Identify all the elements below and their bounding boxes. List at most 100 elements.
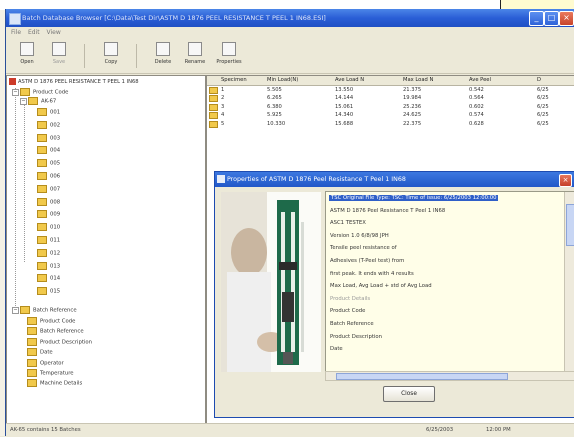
tree-item-reference[interactable]: Batch Reference	[27, 327, 84, 336]
column-header[interactable]: Ave Peel	[469, 77, 491, 83]
maximize-button[interactable]: □	[544, 11, 559, 26]
save-button[interactable]: Save	[46, 42, 72, 72]
table-cell: 5	[221, 120, 225, 127]
properties-scrollbar[interactable]	[564, 192, 574, 372]
tree-item-batch[interactable]: 008	[37, 197, 61, 206]
tree-item-batch[interactable]: 015	[37, 287, 60, 296]
column-header[interactable]: Ave Load N	[335, 77, 364, 83]
property-item[interactable]: ASC1 TESTEX	[330, 220, 366, 226]
table-row[interactable]: 1 5.505 13.550 21.375 0.542 6/25	[207, 87, 574, 95]
dialog-title-bar[interactable]: Properties of ASTM D 1876 Peel Resistanc…	[215, 172, 574, 187]
menu-view[interactable]: View	[47, 29, 61, 36]
folder-icon	[37, 133, 47, 142]
folder-icon	[37, 120, 47, 129]
table-row[interactable]: 2 6.265 14.144 19.984 0.564 6/25	[207, 95, 574, 103]
scroll-thumb[interactable]	[566, 204, 574, 246]
table-cell: 22.375	[403, 120, 422, 127]
tree-item-batch[interactable]: 004	[37, 146, 60, 155]
property-item[interactable]: Product Code	[330, 308, 365, 314]
delete-button[interactable]: Delete	[150, 42, 176, 72]
tree-item-batch[interactable]: 005	[37, 159, 61, 168]
tree-item-reference[interactable]: Machine Details	[27, 379, 82, 388]
tree-root[interactable]: ASTM D 1876 PEEL RESISTANCE T PEEL 1 IN6…	[9, 78, 139, 85]
table-cell: 14.340	[335, 112, 354, 119]
dialog-close-icon[interactable]: ×	[559, 174, 572, 187]
tree-item-reference[interactable]: Temperature	[27, 369, 74, 377]
tree-item-batch[interactable]: 013	[37, 261, 60, 270]
title-bar[interactable]: Batch Database Browser [C:\Data\Test Dir…	[6, 9, 574, 27]
table-cell: 0.602	[469, 103, 484, 110]
tree-item-label: 005	[50, 160, 61, 167]
tree-item-batch[interactable]: 012	[37, 248, 61, 257]
tree-item-batch[interactable]: 007	[37, 184, 60, 193]
close-window-button[interactable]: ×	[559, 11, 574, 26]
toolbar-separator	[84, 44, 85, 68]
tree-item-batch[interactable]: 003	[37, 133, 60, 142]
property-item[interactable]: Product Description	[330, 334, 382, 340]
property-item[interactable]: Tensile peel resistance of	[330, 245, 397, 251]
menu-file[interactable]: File	[11, 29, 21, 36]
hscroll-thumb[interactable]	[336, 373, 508, 380]
property-item[interactable]: Batch Reference	[330, 321, 374, 327]
row-folder-icon	[209, 120, 218, 128]
column-header[interactable]: Max Load N	[403, 77, 433, 83]
folder-icon	[20, 306, 30, 314]
column-header[interactable]: Specimen	[221, 77, 247, 83]
tree-root-label: ASTM D 1876 PEEL RESISTANCE T PEEL 1 IN6…	[18, 79, 139, 85]
tree-item-label: 008	[50, 199, 61, 206]
tree-node-product-code[interactable]: − Product Code	[12, 88, 68, 96]
table-cell: 6/25	[537, 95, 549, 102]
batch-tree[interactable]: ASTM D 1876 PEEL RESISTANCE T PEEL 1 IN6…	[6, 75, 206, 425]
properties-hscrollbar[interactable]	[325, 371, 574, 381]
folder-icon	[27, 317, 37, 325]
table-row[interactable]: 5 10.330 15.688 22.375 0.628 6/25	[207, 120, 574, 129]
property-item[interactable]: Max Load, Avg Load + std of Avg Load	[330, 283, 432, 289]
tree-node-batch-folder[interactable]: − AK-67	[20, 97, 56, 105]
property-item[interactable]: ASTM D 1876 Peel Resistance T Peel 1 IN6…	[330, 208, 445, 214]
properties-button[interactable]: Properties	[216, 42, 242, 72]
property-item[interactable]: Date	[330, 346, 343, 352]
table-cell: 2	[221, 95, 225, 102]
property-item[interactable]: Product Details	[330, 296, 370, 302]
minimize-button[interactable]: _	[529, 11, 544, 26]
tree-node-label: Product Code	[33, 89, 69, 96]
properties-list[interactable]: TSC Original File Type: TSC: Time of iss…	[325, 191, 574, 373]
property-item[interactable]: TSC Original File Type: TSC: Time of iss…	[329, 195, 499, 201]
table-cell: 4	[221, 112, 225, 119]
tree-item-batch[interactable]: 011	[37, 236, 60, 244]
tree-item-batch[interactable]: 014	[37, 274, 60, 283]
table-cell: 0.628	[469, 120, 484, 127]
open-button[interactable]: Open	[14, 42, 40, 72]
column-header[interactable]: Min Load(N)	[267, 77, 298, 83]
close-button[interactable]: Close	[383, 386, 435, 402]
tree-item-reference[interactable]: Date	[27, 348, 53, 357]
property-item[interactable]: Version 1.0 6/8/98 JPH	[330, 233, 389, 239]
column-header[interactable]: D	[537, 77, 541, 83]
tree-item-batch[interactable]: 006	[37, 172, 60, 180]
folder-icon	[37, 159, 47, 168]
tree-item-batch[interactable]: 001	[37, 108, 60, 116]
open-label: Open	[20, 59, 34, 65]
tree-item-reference[interactable]: Operator	[27, 358, 64, 367]
folder-icon	[37, 210, 47, 219]
window-title: Batch Database Browser [C:\Data\Test Dir…	[22, 14, 326, 22]
menu-edit[interactable]: Edit	[28, 29, 40, 36]
table-cell: 6/25	[537, 112, 549, 119]
table-cell: 6/25	[537, 103, 549, 110]
tree-item-batch[interactable]: 009	[37, 210, 60, 219]
tree-item-batch[interactable]: 010	[37, 223, 60, 232]
tree-item-reference[interactable]: Product Description	[27, 337, 92, 346]
tree-item-label: 012	[50, 250, 61, 257]
copy-button[interactable]: Copy	[98, 42, 124, 72]
tree-item-label: 002	[50, 122, 61, 129]
table-row[interactable]: 3 6.380 15.061 25.236 0.602 6/25	[207, 103, 574, 112]
tree-item-batch[interactable]: 002	[37, 120, 61, 129]
table-row[interactable]: 4 5.925 14.340 24.625 0.574 6/25	[207, 112, 574, 120]
rename-button[interactable]: Rename	[182, 42, 208, 72]
app-icon	[9, 13, 21, 25]
tree-item-reference[interactable]: Product Code	[27, 317, 75, 325]
tree-item-label: 011	[50, 237, 61, 244]
tree-node-batch-reference[interactable]: − Batch Reference	[12, 306, 77, 314]
property-item[interactable]: Adhesives (T-Peel test) from	[330, 258, 404, 264]
property-item[interactable]: first peak. It ends with 4 results	[330, 271, 414, 277]
